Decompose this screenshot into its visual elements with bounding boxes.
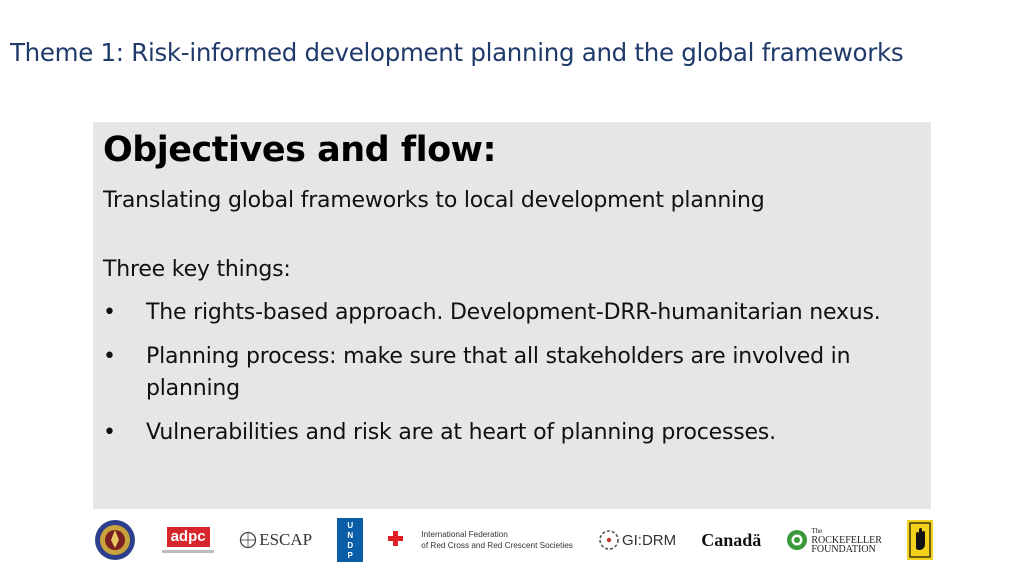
list-item: • Vulnerabilities and risk are at heart … xyxy=(103,417,923,449)
undp-wordmark: U N D P xyxy=(337,518,364,562)
un-emblem-icon xyxy=(240,531,257,549)
bullet-icon: • xyxy=(103,344,116,369)
adpc-logo: adpc xyxy=(162,517,215,563)
objectives-heading: Objectives and flow: xyxy=(103,130,496,170)
escap-logo: ESCAP xyxy=(239,517,312,563)
rockefeller-logo: The ROCKEFELLER FOUNDATION xyxy=(786,517,882,563)
bullet-text: Vulnerabilities and risk are at heart of… xyxy=(146,420,776,445)
rockefeller-emblem-icon xyxy=(787,530,808,550)
adpc-wordmark: adpc xyxy=(166,527,210,547)
key-things-list: • The rights-based approach. Development… xyxy=(103,297,923,461)
objectives-panel: Objectives and flow: Translating global … xyxy=(93,122,931,509)
undp-logo: U N D P xyxy=(337,517,364,563)
canada-wordmark: Canadä xyxy=(701,529,762,550)
ifrc-name-line2: of Red Cross and Red Crescent Societies xyxy=(421,541,573,550)
partner-logos: adpc ESCAP U N D P International Federat… xyxy=(93,517,933,563)
red-cross-crescent-icon xyxy=(388,531,413,546)
globe-dots-icon xyxy=(599,530,619,550)
bullet-text: Planning process: make sure that all sta… xyxy=(146,344,851,401)
objectives-subtitle: Translating global frameworks to local d… xyxy=(103,188,765,213)
ifrc-logo: International Federation of Red Cross an… xyxy=(388,517,573,563)
hand-emblem-logo xyxy=(906,517,933,563)
bullet-icon: • xyxy=(103,420,116,445)
bullet-text: The rights-based approach. Development-D… xyxy=(146,300,881,325)
bullet-icon: • xyxy=(103,300,116,325)
list-item: • Planning process: make sure that all s… xyxy=(103,341,923,405)
rockefeller-line3: FOUNDATION xyxy=(811,543,876,555)
government-seal-logo xyxy=(93,517,137,563)
key-things-label: Three key things: xyxy=(103,257,291,282)
gidrm-logo: GI:DRM xyxy=(598,517,676,563)
escap-wordmark: ESCAP xyxy=(259,530,313,549)
gidrm-wordmark: GI:DRM xyxy=(621,531,677,549)
slide-title: Theme 1: Risk-informed development plann… xyxy=(10,38,904,67)
list-item: • The rights-based approach. Development… xyxy=(103,297,923,329)
canada-logo: Canadä xyxy=(701,517,761,563)
ifrc-name-line1: International Federation xyxy=(421,530,508,539)
